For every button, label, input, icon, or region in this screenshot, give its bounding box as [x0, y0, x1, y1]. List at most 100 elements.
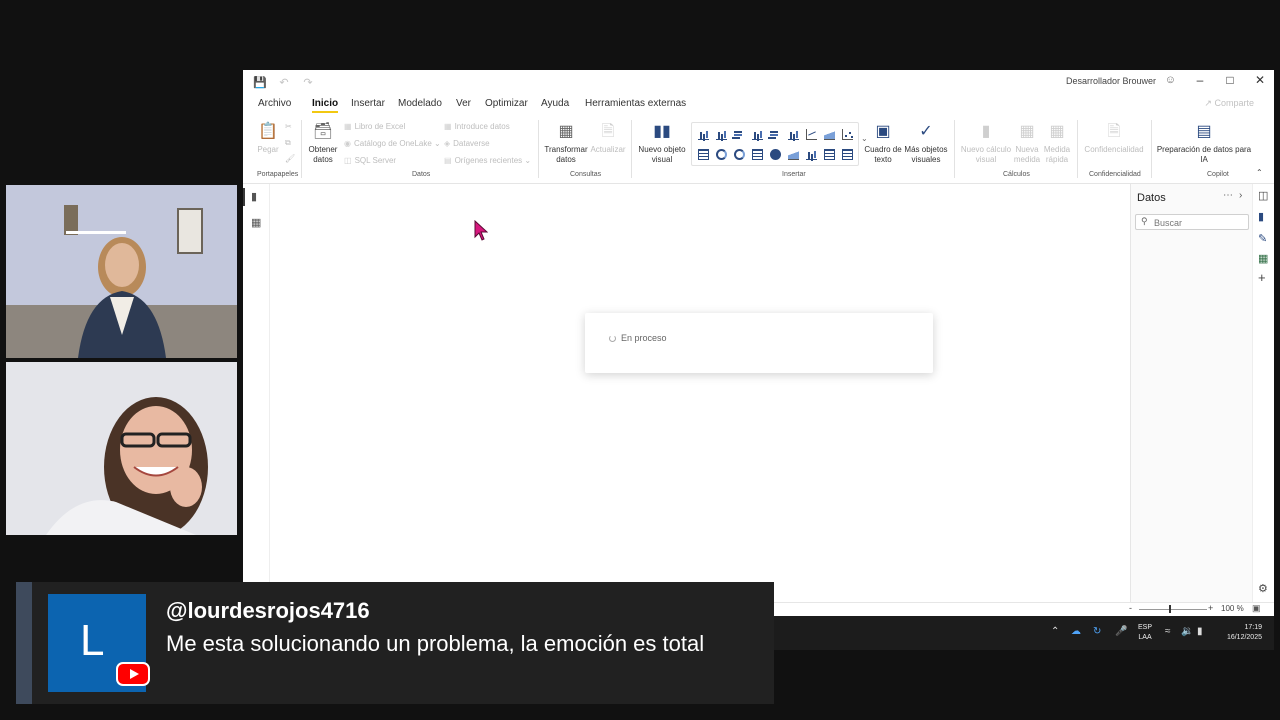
redo-icon[interactable]: ↷: [301, 76, 315, 89]
filters-pane-icon[interactable]: ▦: [1258, 252, 1268, 265]
quick-measure-label: Medida rápida: [1043, 145, 1071, 164]
youtube-logo-icon: [116, 662, 150, 686]
microphone-icon[interactable]: 🎤: [1115, 626, 1127, 637]
keyboard-layout: LAA: [1138, 634, 1152, 641]
system-clock[interactable]: 17:19 16/12/2025: [1218, 623, 1262, 643]
recent-sources-button[interactable]: ▤ Orígenes recientes ⌄: [444, 156, 531, 165]
tab-archivo[interactable]: Archivo: [258, 98, 291, 109]
area-chart-icon[interactable]: [823, 128, 835, 140]
data-pane-title: Datos: [1137, 192, 1166, 204]
wifi-icon[interactable]: ≈: [1165, 626, 1171, 637]
collapse-ribbon-icon[interactable]: ⌃: [1256, 168, 1263, 177]
text-box-button[interactable]: ▣ Cuadro de texto: [863, 122, 903, 165]
clustered-bar-chart-icon[interactable]: [733, 129, 745, 140]
visualizations-pane-icon[interactable]: ▮: [1258, 210, 1264, 223]
volume-icon[interactable]: 🔉: [1181, 626, 1193, 637]
stacked-column-chart-icon[interactable]: [715, 129, 727, 140]
input-language[interactable]: ESP LAA: [1138, 623, 1152, 643]
onelake-catalog-button[interactable]: ◉ Catálogo de OneLake ⌄: [344, 139, 441, 148]
gauge-icon[interactable]: [787, 148, 799, 160]
table-view-icon[interactable]: ▦: [251, 216, 261, 229]
table-visual-icon[interactable]: [823, 148, 835, 160]
refresh-button[interactable]: 🗎 Actualizar: [590, 122, 626, 155]
battery-icon[interactable]: ▮: [1197, 626, 1203, 637]
clustered-column-chart-icon[interactable]: [751, 129, 763, 140]
active-view-indicator: [243, 188, 245, 206]
report-canvas[interactable]: En proceso: [271, 184, 1130, 602]
zoom-out-button[interactable]: -: [1129, 603, 1132, 613]
undo-icon[interactable]: ↶: [277, 76, 291, 89]
stacked-bar-chart-icon[interactable]: [697, 129, 709, 140]
cut-icon[interactable]: ✂: [285, 122, 292, 131]
tab-modelado[interactable]: Modelado: [398, 98, 442, 109]
onedrive-icon[interactable]: ☁: [1071, 626, 1081, 637]
tab-ayuda[interactable]: Ayuda: [541, 98, 569, 109]
ribbon-chart-icon[interactable]: [697, 148, 709, 160]
zoom-in-button[interactable]: +: [1208, 603, 1213, 613]
group-label-consultas: Consultas: [570, 171, 602, 178]
zoom-slider-thumb[interactable]: [1169, 605, 1171, 613]
close-icon[interactable]: ✕: [1250, 73, 1270, 87]
share-button[interactable]: ↗ Comparte: [1204, 98, 1254, 109]
chevron-right-icon[interactable]: ›: [1239, 190, 1242, 201]
quick-measure-button[interactable]: ▦ Medida rápida: [1042, 122, 1072, 165]
matrix-visual-icon[interactable]: [841, 148, 853, 160]
new-visual-calculation-label: Nuevo cálculo visual: [960, 145, 1012, 164]
add-pane-icon[interactable]: +: [1258, 270, 1266, 285]
maximize-icon[interactable]: □: [1220, 73, 1240, 87]
tab-ver[interactable]: Ver: [456, 98, 471, 109]
100-stacked-bar-chart-icon[interactable]: [769, 129, 781, 140]
fit-to-page-icon[interactable]: ▣: [1252, 603, 1261, 614]
visual-gallery[interactable]: [691, 122, 859, 166]
live-chat-overlay: L @lourdesrojos4716 Me esta solucionando…: [16, 582, 774, 704]
sql-server-button[interactable]: ◫ SQL Server: [344, 156, 396, 165]
paste-button[interactable]: 📋 Pegar: [253, 122, 283, 155]
group-label-copilot: Copilot: [1207, 171, 1229, 178]
sync-icon[interactable]: ↻: [1093, 626, 1101, 637]
enter-data-button[interactable]: ▦ Introduce datos: [444, 122, 510, 131]
format-pane-icon[interactable]: ✎: [1258, 232, 1267, 245]
excel-workbook-button[interactable]: ▦ Libro de Excel: [344, 122, 405, 131]
excel-workbook-label: Libro de Excel: [354, 122, 406, 131]
100-stacked-column-chart-icon[interactable]: [787, 129, 799, 140]
donut-chart-icon[interactable]: [733, 148, 745, 160]
map-icon[interactable]: [769, 148, 781, 160]
dataverse-button[interactable]: ◈ Dataverse: [444, 139, 490, 148]
line-chart-icon[interactable]: [805, 128, 817, 140]
data-pane-icon[interactable]: ◫: [1258, 189, 1268, 202]
settings-gear-icon[interactable]: ⚙: [1258, 582, 1268, 595]
pie-chart-icon[interactable]: [715, 148, 727, 160]
more-options-icon[interactable]: ⋯: [1223, 190, 1233, 201]
user-account-icon[interactable]: ☺: [1165, 74, 1176, 86]
data-search-box[interactable]: ⚲: [1135, 214, 1249, 230]
new-measure-button[interactable]: ▦ Nueva medida: [1012, 122, 1042, 165]
copy-icon[interactable]: ⧉: [285, 138, 291, 148]
text-box-label: Cuadro de texto: [864, 145, 902, 164]
signed-in-user-name[interactable]: Desarrollador Brouwer: [1066, 76, 1156, 86]
save-icon[interactable]: 💾: [253, 76, 267, 89]
get-data-button[interactable]: 🗃 Obtener datos: [305, 122, 341, 165]
report-view-icon[interactable]: ▮: [251, 190, 257, 203]
card-icon[interactable]: [805, 149, 817, 160]
show-hidden-icons-chevron-icon[interactable]: ⌃: [1051, 626, 1059, 637]
prep-data-for-ai-button[interactable]: ▤ Preparación de datos para IA: [1155, 122, 1253, 165]
new-visual-label: Nuevo objeto visual: [638, 145, 686, 164]
tab-herramientas-externas[interactable]: Herramientas externas: [585, 98, 686, 109]
format-painter-icon[interactable]: 🖌: [285, 154, 295, 163]
sensitivity-label: Confidencialidad: [1084, 145, 1144, 154]
minimize-icon[interactable]: –: [1190, 73, 1210, 87]
more-visuals-label: Más objetos visuales: [904, 145, 948, 164]
tab-inicio[interactable]: Inicio: [312, 98, 339, 113]
new-visual-calculation-button[interactable]: ▮ Nuevo cálculo visual: [958, 122, 1014, 165]
scatter-chart-icon[interactable]: [841, 128, 853, 140]
chat-message: Me esta solucionando un problema, la emo…: [166, 631, 705, 656]
zoom-slider[interactable]: [1139, 609, 1207, 610]
tab-insertar[interactable]: Insertar: [351, 98, 385, 109]
data-search-input[interactable]: [1154, 217, 1246, 228]
sensitivity-button[interactable]: 🗎 Confidencialidad: [1081, 122, 1147, 155]
more-visuals-button[interactable]: ✓ Más objetos visuales: [903, 122, 949, 165]
treemap-icon[interactable]: [751, 148, 763, 160]
new-visual-button[interactable]: ▮▮ Nuevo objeto visual: [635, 122, 689, 165]
tab-optimizar[interactable]: Optimizar: [485, 98, 528, 109]
transform-data-button[interactable]: ▦ Transformar datos: [542, 122, 590, 165]
